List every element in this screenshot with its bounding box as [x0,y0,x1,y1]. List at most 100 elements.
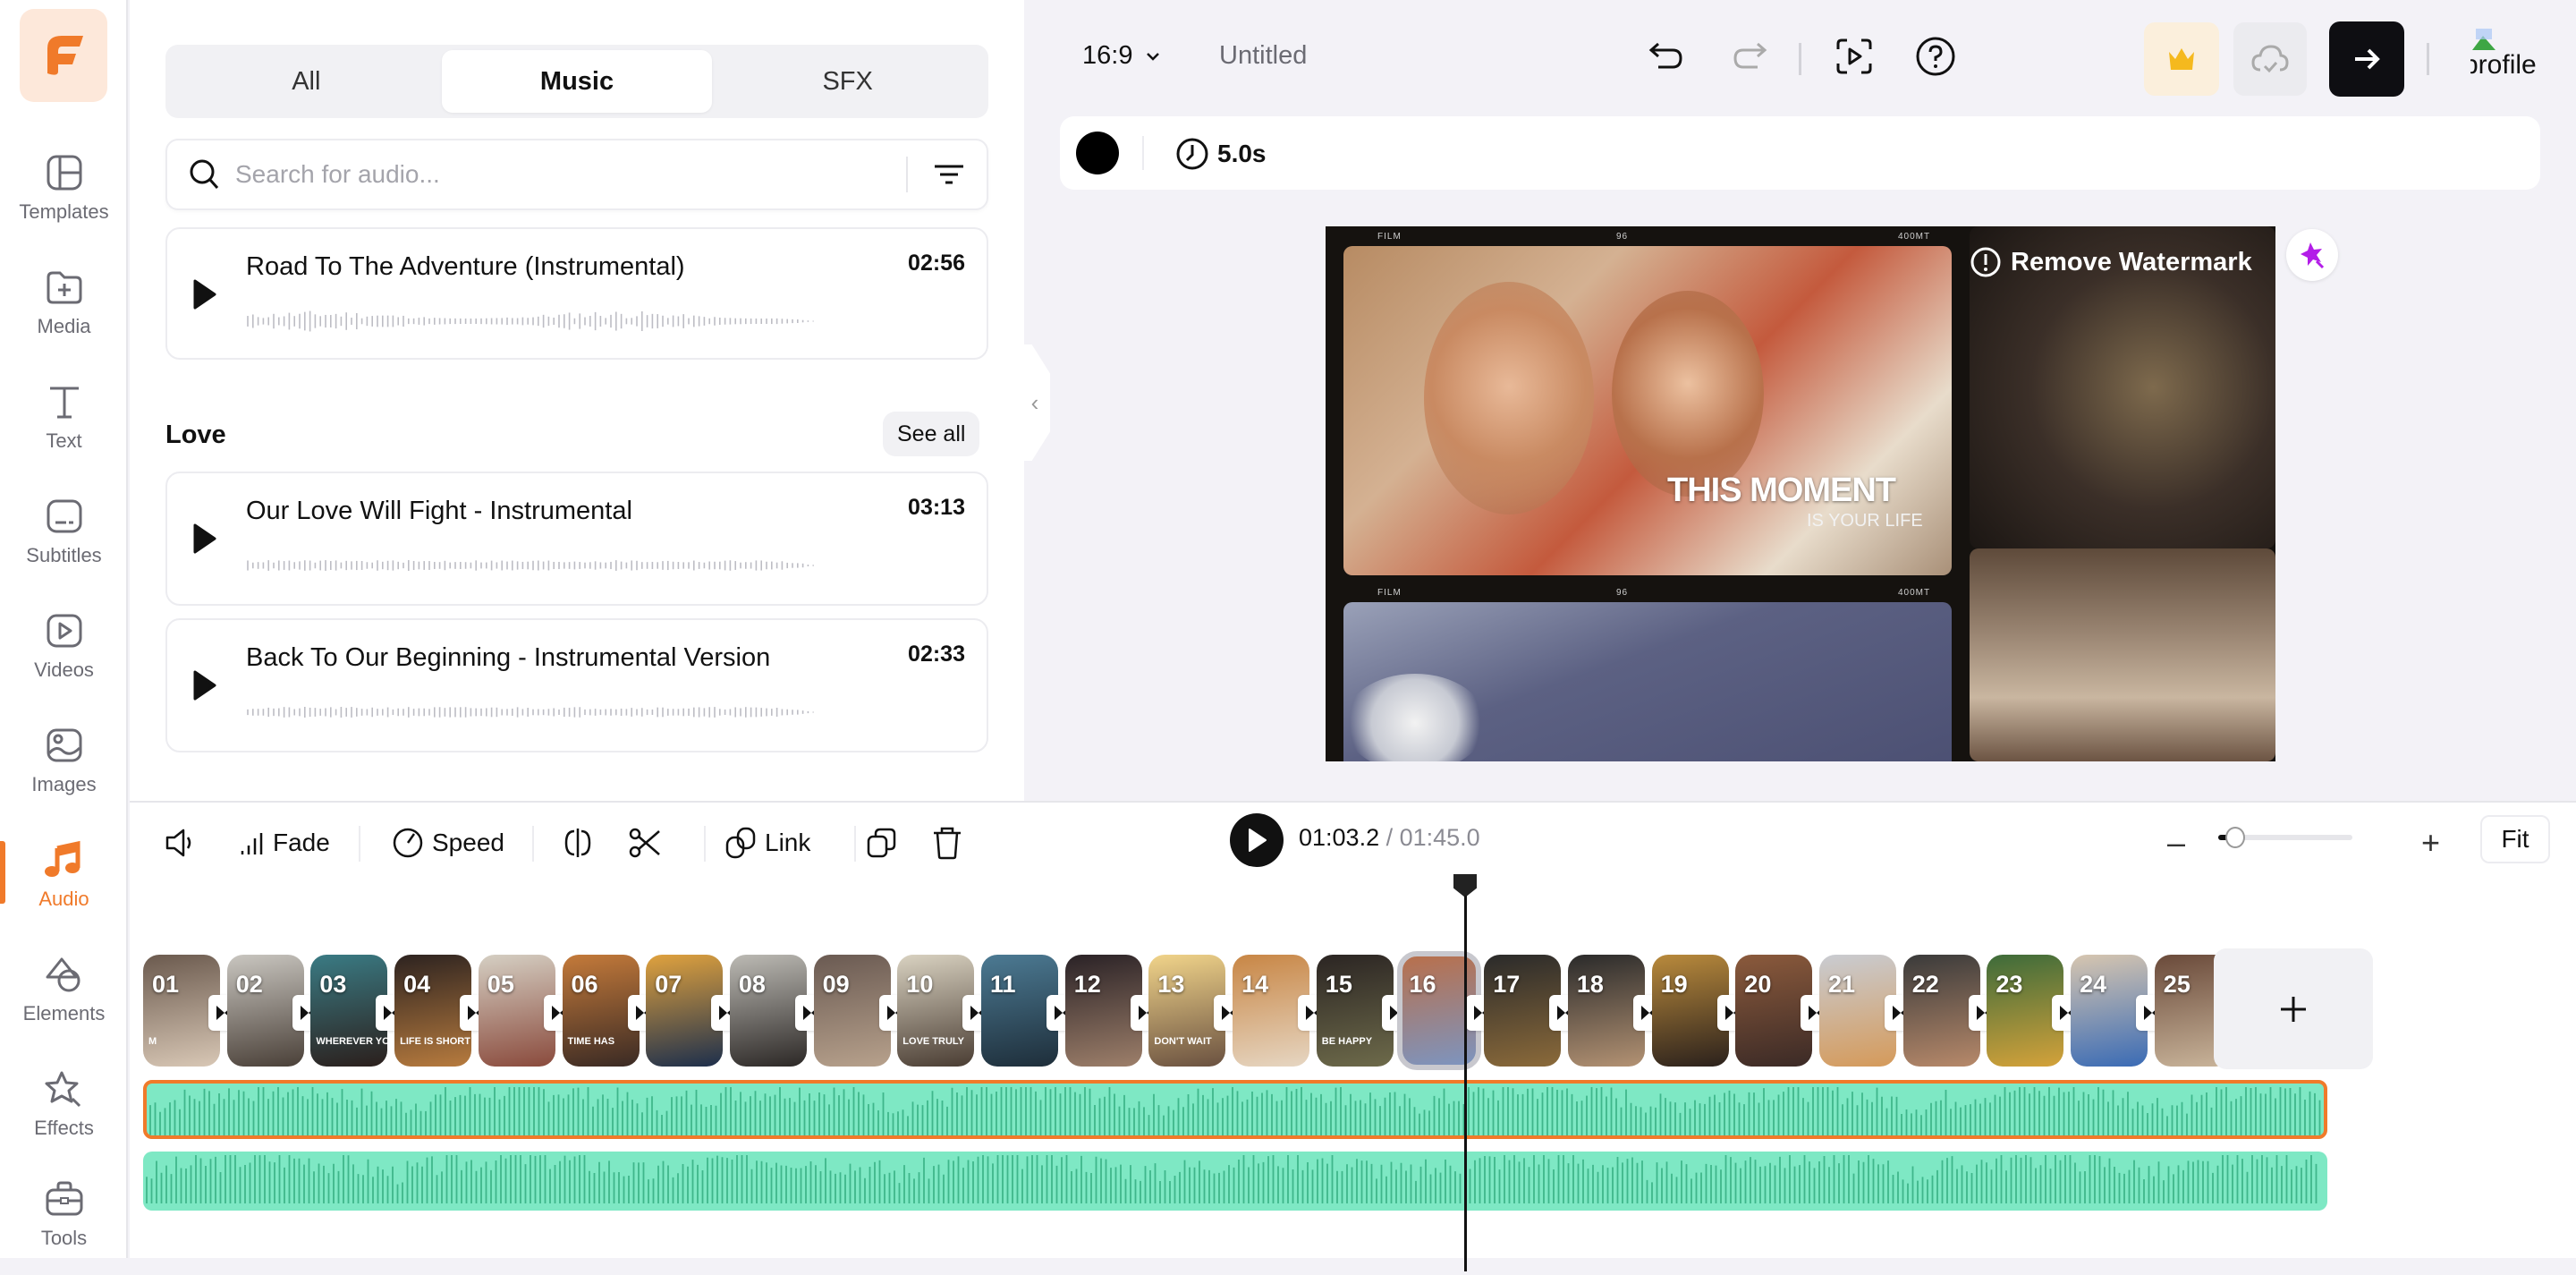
delete-button[interactable] [931,820,963,865]
audio-track[interactable] [143,1152,2327,1211]
toolbar-divider [854,826,856,862]
rail-item-text[interactable]: Text [0,379,128,478]
redo-button[interactable] [1727,34,1772,79]
timeline-zoom-slider[interactable] [2218,827,2352,848]
rail-item-subtitles[interactable]: Subtitles [0,494,128,592]
add-clip-button[interactable] [2214,948,2373,1069]
volume-icon [165,829,191,857]
speed-button[interactable]: Speed [391,820,504,865]
video-preview-canvas[interactable]: FILM 96 400MT FILM 96 400MT THIS MOMENT … [1326,226,2275,761]
rail-label: Audio [38,888,89,910]
audio-search-input[interactable] [235,160,906,189]
clip-caption: TIME HAS [567,1036,615,1047]
tab-all[interactable]: All [171,50,442,113]
play-icon[interactable] [192,523,217,554]
audio-track-duration: 02:33 [908,642,965,667]
play-icon[interactable] [192,670,217,701]
see-all-button[interactable]: See all [883,412,980,456]
audio-waveform[interactable] [246,552,818,579]
clip-number: 20 [1744,971,1772,998]
film-label: 96 [1616,232,1629,242]
plus-icon [2281,996,2306,1022]
fade-button[interactable]: Fade [239,820,330,865]
volume-button[interactable] [164,820,198,865]
section-title-love: Love [165,421,226,449]
premium-button[interactable] [2144,22,2219,96]
audio-waveform[interactable] [246,308,818,335]
project-title[interactable]: Untitled [1219,41,1307,71]
audio-track-waveform [149,1087,2321,1135]
ai-magic-button[interactable] [2286,229,2338,281]
clip-number: 02 [235,971,263,998]
cut-button[interactable] [627,820,663,865]
rail-item-effects[interactable]: Effects [0,1067,128,1165]
duration-value: 5.0s [1217,140,1267,167]
split-button[interactable] [561,820,595,865]
clip-number: 01 [152,971,180,998]
duplicate-button[interactable] [865,820,899,865]
effects-icon [45,1071,80,1108]
rail-label: Effects [34,1117,94,1139]
audio-panel: All Music SFX Road To The Adventure (Ins… [130,0,1024,801]
rail-item-elements[interactable]: Elements [0,952,128,1050]
preview-icon [1836,38,1872,74]
undo-button[interactable] [1644,34,1689,79]
rail-label: Videos [34,659,94,681]
profile-avatar[interactable]: profile [2470,27,2569,89]
rail-item-videos[interactable]: Videos [0,608,128,707]
collapse-panel-handle[interactable]: ‹ [1020,344,1050,461]
audio-track-selected[interactable] [143,1080,2327,1139]
text-icon [49,387,79,419]
play-icon[interactable] [192,279,217,310]
audio-waveform[interactable] [246,699,818,726]
app-logo[interactable] [20,9,107,102]
clip-number: 21 [1828,971,1856,998]
link-button[interactable]: Link [724,820,810,865]
preview-play-button[interactable] [1832,34,1877,79]
playhead[interactable] [1453,874,1477,1271]
duration-control[interactable]: 5.0s [1174,136,1267,172]
export-button[interactable] [2329,21,2404,97]
clip-number: 19 [1660,971,1688,998]
audio-track-title: Our Love Will Fight - Instrumental [246,497,632,525]
play-icon [1249,829,1267,852]
color-swatch[interactable] [1076,132,1119,174]
playhead-handle[interactable] [1453,874,1477,897]
timeline-play-button[interactable] [1230,813,1284,867]
tab-music[interactable]: Music [441,50,713,113]
preview-photo-woman [1970,548,2275,761]
audio-track-card[interactable]: Our Love Will Fight - Instrumental 03:13 [165,472,988,606]
preview-subline: IS YOUR LIFE [1807,511,1923,531]
clip-number: 17 [1493,971,1521,998]
preview-headline: THIS MOMENT [1667,472,1896,509]
clip-number: 15 [1325,971,1352,998]
cloud-save-button[interactable] [2233,22,2307,96]
fit-button[interactable]: Fit [2480,815,2550,863]
total-time: / 01:45.0 [1385,824,1480,851]
audio-search-box [165,139,988,210]
logo-icon [47,36,83,75]
zoom-out-button[interactable]: – [2167,820,2185,865]
rail-item-images[interactable]: Images [0,723,128,821]
zoom-in-button[interactable]: + [2421,820,2440,865]
clock-icon [1176,138,1208,170]
audio-track-card[interactable]: Road To The Adventure (Instrumental) 02:… [165,227,988,360]
clip-caption: WHEREVER YOU [316,1036,388,1047]
left-nav-rail: Templates Media Text Subtitles Videos Im… [0,0,128,1258]
help-button[interactable] [1913,34,1958,79]
audio-category-tabs: All Music SFX [165,45,988,118]
rail-item-audio[interactable]: Audio [0,837,128,936]
rail-item-tools[interactable]: Tools [0,1177,128,1275]
audio-track-card[interactable]: Back To Our Beginning - Instrumental Ver… [165,618,988,752]
aspect-ratio-dropdown[interactable]: 16:9 [1082,41,1161,71]
filter-icon[interactable] [931,157,967,192]
rail-item-media[interactable]: Media [0,265,128,363]
rail-item-templates[interactable]: Templates [0,150,128,249]
audio-track-waveform [146,1155,2318,1203]
elements-icon [46,957,80,992]
tab-sfx[interactable]: SFX [712,50,983,113]
clip-number: 13 [1157,971,1185,998]
zoom-slider-knob[interactable] [2225,827,2245,848]
clip-number: 12 [1073,971,1101,998]
remove-watermark-button[interactable]: Remove Watermark [1970,246,2252,278]
